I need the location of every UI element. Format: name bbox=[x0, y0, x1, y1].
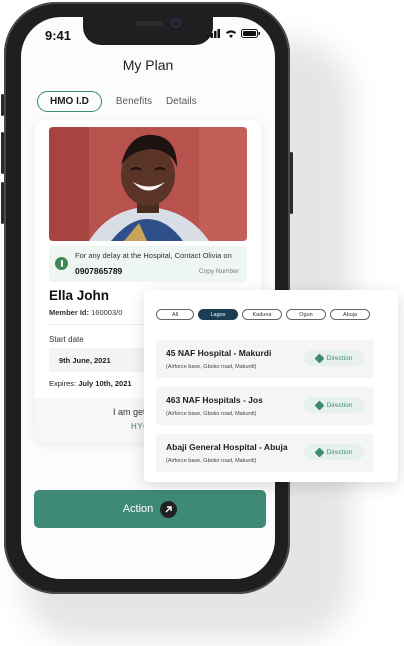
expires-label: Expires: bbox=[49, 379, 77, 388]
expires-value: July 10th, 2021 bbox=[78, 379, 132, 388]
direction-icon bbox=[314, 400, 325, 410]
member-photo bbox=[49, 127, 247, 241]
arrow-up-right-icon bbox=[160, 500, 178, 518]
direction-label: Direction bbox=[326, 448, 353, 456]
location-filters: All Lagos Kaduna Ogun Abuja bbox=[156, 309, 370, 320]
expires-row: Expires: July 10th, 2021 bbox=[49, 379, 132, 388]
member-id-label: Member Id: bbox=[49, 308, 90, 317]
volume-down-button bbox=[1, 182, 4, 224]
direction-label: Direction bbox=[326, 401, 353, 409]
tab-benefits[interactable]: Benefits bbox=[116, 96, 152, 107]
notch bbox=[83, 17, 213, 45]
start-date-field: 9th June, 2021 bbox=[49, 348, 159, 372]
speaker bbox=[135, 21, 163, 26]
status-time: 9:41 bbox=[45, 28, 72, 43]
hospital-name: 45 NAF Hospital - Makurdi bbox=[166, 348, 272, 358]
wifi-icon bbox=[226, 30, 236, 38]
filter-lagos[interactable]: Lagos bbox=[198, 309, 238, 320]
hospital-item[interactable]: 463 NAF Hospitals - Jos (Airforce base, … bbox=[156, 387, 374, 425]
direction-icon bbox=[314, 447, 325, 457]
filter-all[interactable]: All bbox=[156, 309, 194, 320]
filter-ogun[interactable]: Ogun bbox=[286, 309, 326, 320]
filter-abuja[interactable]: Abuja bbox=[330, 309, 370, 320]
member-id-value: 160003/0 bbox=[91, 308, 123, 317]
hospital-item[interactable]: Abaji General Hospital - Abuja (Airforce… bbox=[156, 434, 374, 472]
tab-hmo-id[interactable]: HMO I.D bbox=[37, 91, 102, 112]
page-title: My Plan bbox=[122, 57, 174, 73]
member-id: Member Id: 160003/0 bbox=[49, 308, 122, 317]
copy-number-link[interactable]: Copy Number bbox=[199, 268, 239, 275]
member-name: Ella John bbox=[49, 288, 110, 303]
tab-bar: HMO I.D Benefits Details bbox=[37, 91, 197, 112]
info-icon bbox=[55, 257, 68, 270]
hospital-list-popup: All Lagos Kaduna Ogun Abuja 45 NAF Hospi… bbox=[144, 290, 398, 482]
start-date-value: 9th June, 2021 bbox=[59, 356, 111, 365]
direction-icon bbox=[314, 353, 325, 363]
camera bbox=[171, 18, 181, 28]
direction-button[interactable]: Direction bbox=[304, 444, 364, 460]
hospital-item[interactable]: 45 NAF Hospital - Makurdi (Airforce base… bbox=[156, 340, 374, 378]
hospital-address: (Airforce base, Gboko road, Makurdi) bbox=[166, 458, 257, 464]
hospital-address: (Airforce base, Gboko road, Makurdi) bbox=[166, 411, 257, 417]
contact-text: For any delay at the Hospital, Contact O… bbox=[75, 251, 232, 260]
action-button[interactable]: Action bbox=[34, 490, 266, 528]
tab-details[interactable]: Details bbox=[166, 96, 197, 107]
hospital-name: 463 NAF Hospitals - Jos bbox=[166, 395, 263, 405]
contact-number: 0907865789 bbox=[75, 266, 123, 276]
mute-switch bbox=[1, 94, 4, 116]
volume-up-button bbox=[1, 132, 4, 174]
direction-label: Direction bbox=[326, 354, 353, 362]
hospital-address: (Airforce base, Gboko road, Makurdi) bbox=[166, 364, 257, 370]
direction-button[interactable]: Direction bbox=[304, 397, 364, 413]
action-label: Action bbox=[122, 503, 154, 515]
signal-icon bbox=[207, 29, 220, 38]
status-icons bbox=[207, 29, 261, 38]
power-button bbox=[290, 152, 293, 214]
battery-icon bbox=[241, 29, 260, 38]
start-date-label: Start date bbox=[49, 335, 84, 344]
contact-banner: For any delay at the Hospital, Contact O… bbox=[49, 246, 247, 282]
direction-button[interactable]: Direction bbox=[304, 350, 364, 366]
hospital-name: Abaji General Hospital - Abuja bbox=[166, 442, 288, 452]
filter-kaduna[interactable]: Kaduna bbox=[242, 309, 282, 320]
